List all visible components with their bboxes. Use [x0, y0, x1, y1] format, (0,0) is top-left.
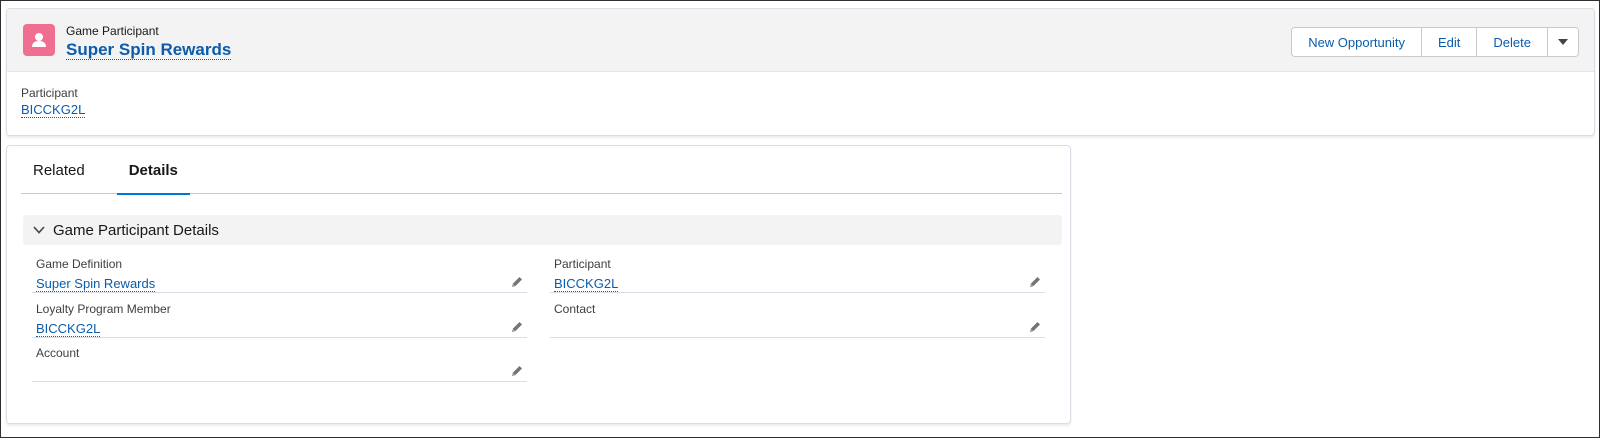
- highlights-fields: Participant BICCKG2L: [7, 72, 1594, 119]
- record-highlights-panel: Game Participant Super Spin Rewards New …: [6, 8, 1595, 136]
- participant-link[interactable]: BICCKG2L: [21, 102, 86, 118]
- entity-label: Game Participant: [66, 24, 159, 38]
- new-opportunity-button[interactable]: New Opportunity: [1292, 28, 1423, 56]
- field-label: Account: [36, 346, 80, 360]
- chevron-down-icon: [33, 226, 45, 234]
- action-button-group: New Opportunity Edit Delete: [1291, 27, 1579, 57]
- loyalty-program-member-link[interactable]: BICCKG2L: [36, 322, 101, 337]
- field-label: Game Definition: [36, 257, 123, 271]
- edit-button[interactable]: Edit: [1422, 28, 1478, 56]
- tab-details[interactable]: Details: [116, 146, 191, 195]
- record-header: Game Participant Super Spin Rewards New …: [7, 9, 1594, 72]
- details-card: Related Details Game Participant Details…: [6, 145, 1071, 424]
- game-definition-link[interactable]: Super Spin Rewards: [36, 277, 156, 292]
- field-loyalty-program-member: Loyalty Program Member BICCKG2L: [32, 293, 527, 338]
- pencil-icon[interactable]: [509, 319, 525, 335]
- field-label: Participant: [554, 257, 611, 271]
- participant-link[interactable]: BICCKG2L: [554, 277, 619, 292]
- section-header[interactable]: Game Participant Details: [23, 215, 1062, 245]
- field-game-definition: Game Definition Super Spin Rewards: [32, 248, 527, 293]
- field-account: Account: [32, 337, 527, 382]
- tab-related[interactable]: Related: [21, 146, 97, 194]
- record-title[interactable]: Super Spin Rewards: [66, 41, 232, 60]
- field-label: Loyalty Program Member: [36, 302, 171, 316]
- user-icon: [23, 24, 55, 56]
- delete-button[interactable]: Delete: [1477, 28, 1548, 56]
- tab-bar: Related Details: [21, 146, 1062, 195]
- participant-label: Participant: [21, 86, 78, 100]
- field-contact: Contact: [550, 293, 1045, 338]
- pencil-icon[interactable]: [509, 274, 525, 290]
- pencil-icon[interactable]: [1027, 319, 1043, 335]
- section-title: Game Participant Details: [53, 221, 219, 239]
- pencil-icon[interactable]: [1027, 274, 1043, 290]
- more-actions-button[interactable]: [1548, 28, 1578, 56]
- pencil-icon[interactable]: [509, 363, 525, 379]
- field-label: Contact: [554, 302, 596, 316]
- field-participant: Participant BICCKG2L: [550, 248, 1045, 293]
- chevron-down-icon: [1558, 39, 1568, 45]
